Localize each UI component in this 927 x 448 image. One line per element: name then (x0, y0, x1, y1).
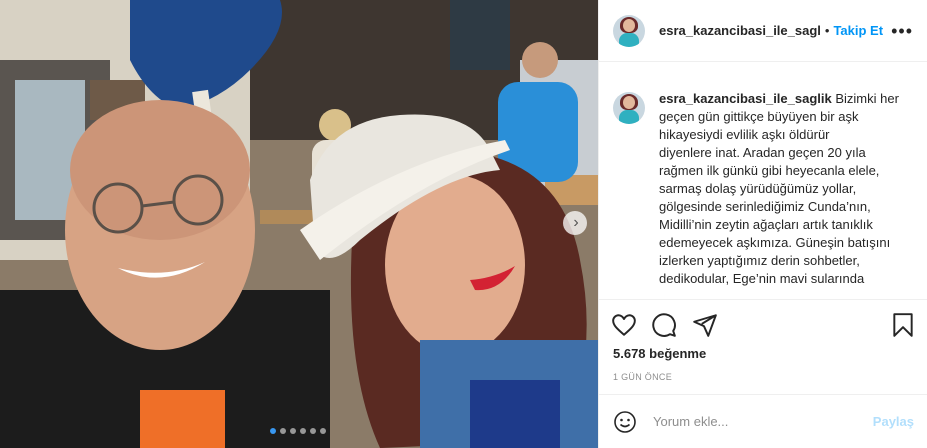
share-icon[interactable] (692, 312, 718, 338)
comment-box: Paylaş (599, 394, 927, 448)
action-bar (599, 299, 927, 347)
likes-count[interactable]: 5.678 beğenme (613, 346, 706, 361)
caption-username-link[interactable]: esra_kazancibasi_ile_saglik (659, 91, 832, 106)
post-caption: esra_kazancibasi_ile_saglik Bizimki her … (613, 90, 918, 298)
comment-icon[interactable] (651, 312, 677, 338)
follow-button[interactable]: Takip Et (833, 23, 883, 38)
post-sidebar: esra_kazancibasi_ile_sagl • Takip Et •••… (598, 0, 927, 448)
heart-icon[interactable] (611, 312, 637, 338)
caption-text: esra_kazancibasi_ile_saglik Bizimki her … (659, 90, 899, 298)
header-separator: • (824, 23, 830, 38)
carousel-dot-active (270, 428, 276, 434)
caption-body: Bizimki her geçen gün gittikçe büyüyen b… (659, 91, 899, 286)
carousel-dot (290, 428, 296, 434)
post-date[interactable]: 1 GÜN ÖNCE (613, 372, 672, 382)
bookmark-icon[interactable] (890, 312, 916, 338)
chevron-right-icon: › (573, 214, 579, 231)
carousel-next-button[interactable]: › (563, 211, 587, 235)
post-header: esra_kazancibasi_ile_sagl • Takip Et ••• (599, 0, 927, 62)
instagram-post: › esra_kazancibasi_ile_sagl • Takip Et •… (0, 0, 927, 448)
post-comment-button[interactable]: Paylaş (873, 414, 914, 429)
header-username-link[interactable]: esra_kazancibasi_ile_sagl (659, 23, 821, 38)
carousel-dot (320, 428, 326, 434)
emoji-icon[interactable] (613, 410, 637, 434)
carousel-dot (300, 428, 306, 434)
avatar[interactable] (613, 14, 645, 47)
comment-input[interactable] (651, 413, 855, 430)
more-horizontal-icon[interactable]: ••• (891, 22, 913, 40)
carousel-dot (310, 428, 316, 434)
post-photo[interactable]: › (0, 0, 598, 448)
carousel-indicator (270, 428, 326, 434)
photo-illustration (0, 0, 598, 448)
carousel-dot (280, 428, 286, 434)
caption-avatar[interactable] (613, 92, 645, 124)
